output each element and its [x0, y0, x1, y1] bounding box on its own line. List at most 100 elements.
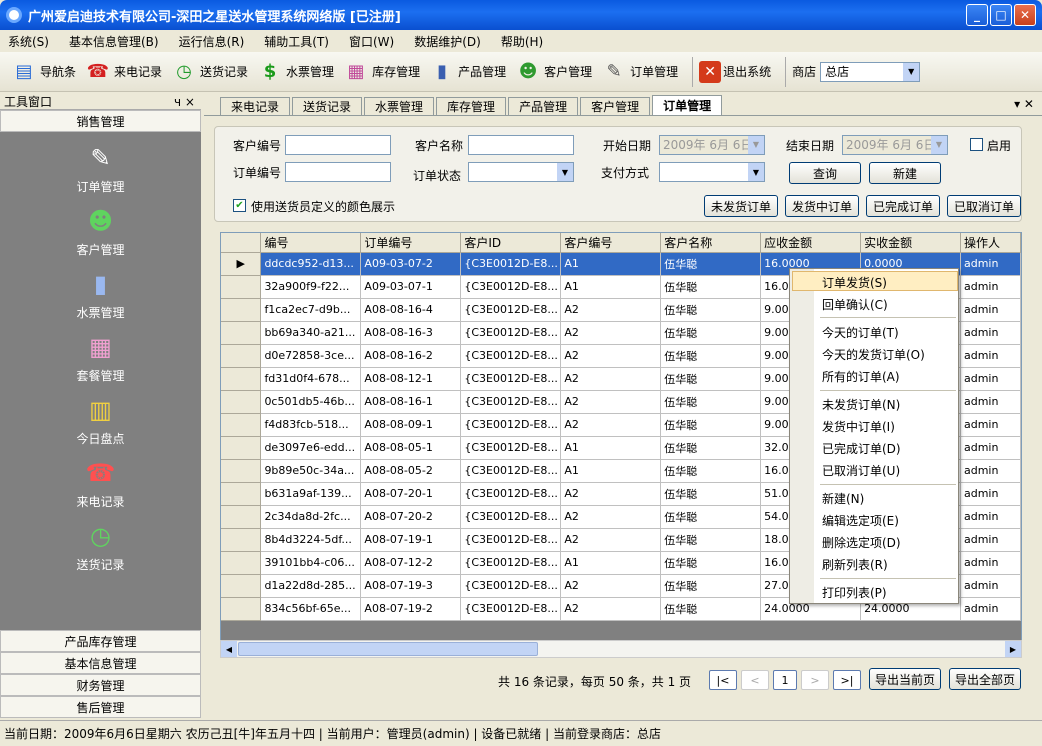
ctx-cancelled-orders[interactable]: 已取消订单(U)	[822, 462, 900, 479]
nav-call-records[interactable]: ☎ 来电记录	[0, 457, 201, 510]
table-cell[interactable]: {C3E0012D-E8...	[460, 321, 562, 345]
menu-help[interactable]: 帮助(H)	[501, 33, 543, 50]
row-header[interactable]	[221, 459, 262, 483]
table-cell[interactable]: f4d83fcb-518...	[260, 413, 362, 437]
table-cell[interactable]: 伍华聪	[660, 413, 762, 437]
table-cell[interactable]: f1ca2ec7-d9b...	[260, 298, 362, 322]
column-header[interactable]: 实收金额	[860, 233, 961, 253]
toolbar-exit-button[interactable]: ✕ 退出系统	[699, 56, 771, 88]
table-cell[interactable]: A2	[560, 574, 662, 598]
column-header[interactable]: 客户编号	[560, 233, 662, 253]
table-cell[interactable]: 伍华聪	[660, 390, 762, 414]
tab-close-icon[interactable]: ▾ ✕	[1014, 97, 1034, 111]
row-header[interactable]	[221, 367, 262, 391]
table-cell[interactable]: admin	[960, 597, 1021, 621]
toolbar-product-button[interactable]: ▮ 产品管理	[428, 56, 506, 88]
table-cell[interactable]: A08-08-09-1	[360, 413, 462, 437]
cancelled-orders-button[interactable]: 已取消订单	[947, 195, 1021, 217]
table-cell[interactable]: A08-08-16-1	[360, 390, 462, 414]
menu-data[interactable]: 数据维护(D)	[414, 33, 481, 50]
table-cell[interactable]: 伍华聪	[660, 367, 762, 391]
table-cell[interactable]: 伍华聪	[660, 252, 762, 276]
row-header[interactable]	[221, 436, 262, 460]
table-cell[interactable]: admin	[960, 528, 1021, 552]
table-cell[interactable]: A1	[560, 459, 662, 483]
table-cell[interactable]: admin	[960, 367, 1021, 391]
table-cell[interactable]: ddcdc952-d13...	[260, 252, 362, 276]
table-cell[interactable]: admin	[960, 505, 1021, 529]
table-cell[interactable]: d1a22d8d-285...	[260, 574, 362, 598]
table-cell[interactable]: A08-07-19-1	[360, 528, 462, 552]
table-cell[interactable]: {C3E0012D-E8...	[460, 551, 562, 575]
table-cell[interactable]: A08-07-20-1	[360, 482, 462, 506]
table-cell[interactable]: A1	[560, 436, 662, 460]
column-header[interactable]: 操作人	[960, 233, 1021, 253]
menu-run-info[interactable]: 运行信息(R)	[179, 33, 245, 50]
table-cell[interactable]: {C3E0012D-E8...	[460, 597, 562, 621]
table-cell[interactable]: d0e72858-3ce...	[260, 344, 362, 368]
table-cell[interactable]: 伍华聪	[660, 551, 762, 575]
menu-system[interactable]: 系统(S)	[8, 33, 49, 50]
toolbar-tickets-button[interactable]: $ 水票管理	[256, 56, 334, 88]
tab-inventory[interactable]: 库存管理	[436, 97, 507, 115]
enable-checkbox[interactable]	[970, 138, 983, 151]
ctx-today-shipped[interactable]: 今天的发货订单(O)	[822, 346, 925, 363]
minimize-button[interactable]: _	[966, 4, 988, 26]
table-cell[interactable]: A2	[560, 390, 662, 414]
table-cell[interactable]: admin	[960, 413, 1021, 437]
table-cell[interactable]: A09-03-07-1	[360, 275, 462, 299]
table-cell[interactable]: {C3E0012D-E8...	[460, 298, 562, 322]
table-cell[interactable]: admin	[960, 390, 1021, 414]
table-cell[interactable]: {C3E0012D-E8...	[460, 367, 562, 391]
table-cell[interactable]: {C3E0012D-E8...	[460, 505, 562, 529]
row-header[interactable]	[221, 482, 262, 506]
pin-close-icons[interactable]: ч ×	[174, 95, 195, 109]
table-cell[interactable]: 0c501db5-46b...	[260, 390, 362, 414]
table-cell[interactable]: 伍华聪	[660, 275, 762, 299]
column-header[interactable]: 客户名称	[660, 233, 762, 253]
row-header[interactable]	[221, 574, 262, 598]
table-cell[interactable]: 伍华聪	[660, 436, 762, 460]
tab-orders[interactable]: 订单管理	[652, 95, 723, 115]
order-status-select[interactable]: ▼	[468, 162, 574, 182]
ctx-all-orders[interactable]: 所有的订单(A)	[822, 368, 900, 385]
nav-daily-inventory[interactable]: ▥ 今日盘点	[0, 394, 201, 447]
table-cell[interactable]: A2	[560, 298, 662, 322]
query-button[interactable]: 查询	[789, 162, 861, 184]
table-cell[interactable]: A08-08-16-4	[360, 298, 462, 322]
table-cell[interactable]: admin	[960, 574, 1021, 598]
table-cell[interactable]: {C3E0012D-E8...	[460, 436, 562, 460]
row-header[interactable]	[221, 551, 262, 575]
table-cell[interactable]: A2	[560, 321, 662, 345]
column-header[interactable]: 应收金额	[760, 233, 862, 253]
pay-method-select[interactable]: ▼	[659, 162, 765, 182]
row-header[interactable]	[221, 505, 262, 529]
end-date-picker[interactable]: 2009年 6月 6日 ▼	[842, 135, 948, 155]
table-cell[interactable]: 伍华聪	[660, 597, 762, 621]
table-cell[interactable]: A2	[560, 367, 662, 391]
row-header[interactable]	[221, 275, 262, 299]
table-cell[interactable]: {C3E0012D-E8...	[460, 344, 562, 368]
table-cell[interactable]: A1	[560, 551, 662, 575]
table-cell[interactable]: {C3E0012D-E8...	[460, 574, 562, 598]
table-cell[interactable]: {C3E0012D-E8...	[460, 528, 562, 552]
row-header[interactable]	[221, 597, 262, 621]
nav-delivery-records[interactable]: ◷ 送货记录	[0, 520, 201, 573]
table-cell[interactable]: A08-08-16-2	[360, 344, 462, 368]
group-sales[interactable]: 销售管理	[0, 110, 201, 132]
new-button[interactable]: 新建	[869, 162, 941, 184]
table-cell[interactable]: A08-07-19-2	[360, 597, 462, 621]
maximize-button[interactable]: □	[990, 4, 1012, 26]
table-cell[interactable]: {C3E0012D-E8...	[460, 390, 562, 414]
table-cell[interactable]: 834c56bf-65e...	[260, 597, 362, 621]
table-cell[interactable]: A08-07-12-2	[360, 551, 462, 575]
nav-order-management[interactable]: ✎ 订单管理	[0, 142, 201, 195]
row-header[interactable]	[221, 413, 262, 437]
export-page-button[interactable]: 导出当前页	[869, 668, 941, 690]
table-cell[interactable]: 伍华聪	[660, 505, 762, 529]
row-header[interactable]	[221, 298, 262, 322]
table-cell[interactable]: admin	[960, 298, 1021, 322]
table-cell[interactable]: A2	[560, 413, 662, 437]
table-cell[interactable]: 2c34da8d-2fc...	[260, 505, 362, 529]
nav-ticket-management[interactable]: ▮ 水票管理	[0, 268, 201, 321]
